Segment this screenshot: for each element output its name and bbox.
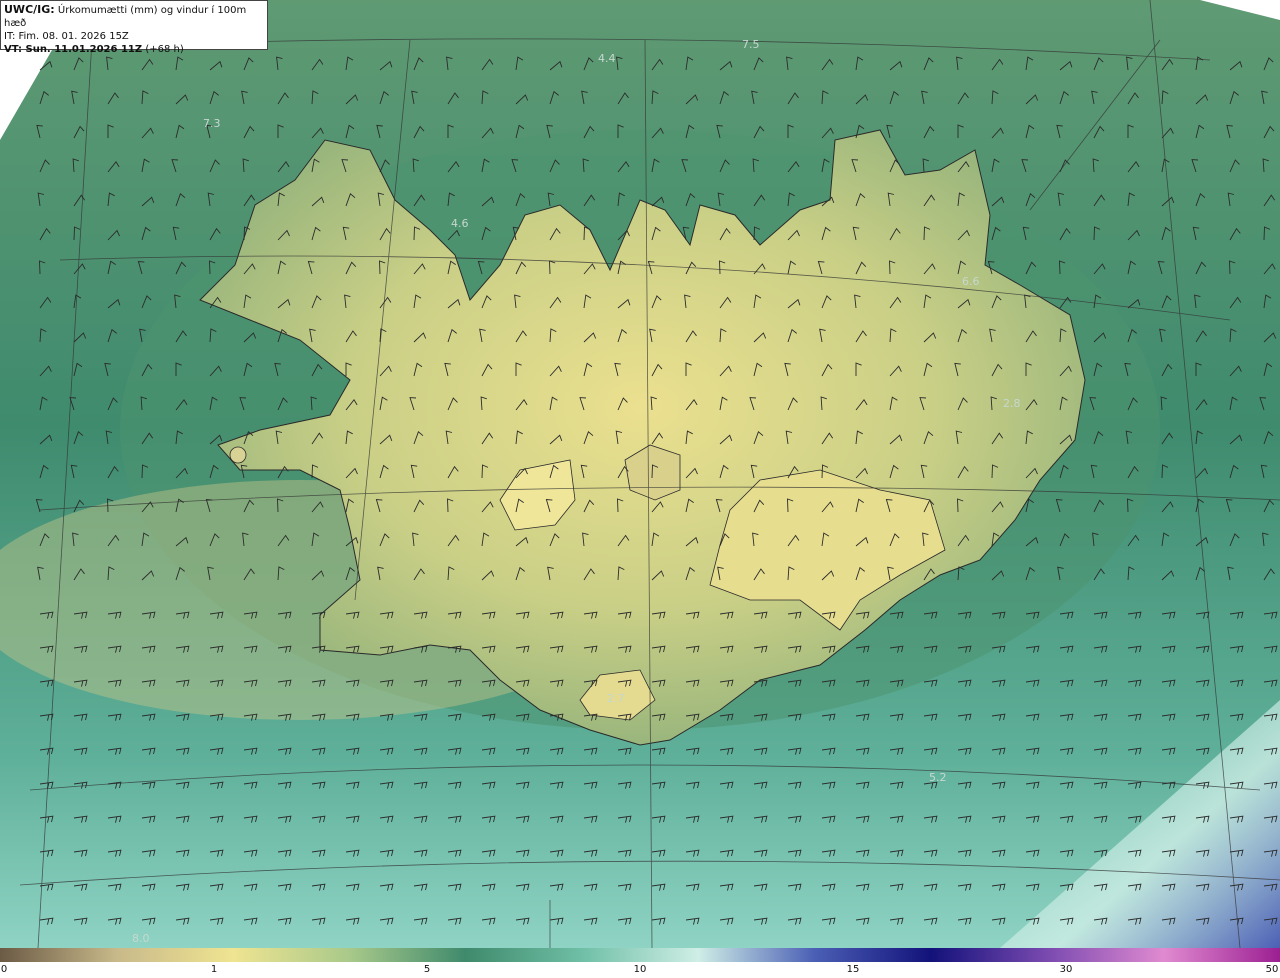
map-label: 5.2 [929,771,947,784]
map-label: 8.0 [132,932,150,945]
forecast-hour: (+68 h) [145,44,184,55]
map-label: 7.3 [203,117,221,130]
init-time: IT: Fim. 08. 01. 2026 15Z [4,31,129,42]
valid-time: VT: Sun. 11.01.2026 11Z [4,44,143,55]
map-label: 4.6 [451,217,469,230]
product-name: UWC/IG: [4,3,55,16]
colorbar-tick: 5 [423,964,431,975]
colorbar-tick-labels: 0 1 5 10 15 30 50 [0,962,1280,978]
map-label: 2.8 [1003,397,1021,410]
colorbar-tick: 0 [0,964,8,975]
precipitation-wind-map: 4.4 7.5 7.3 4.6 6.6 2.8 5.2 2.7 8.0 [0,0,1280,948]
colorbar-gradient [0,948,1280,962]
map-label: 4.4 [598,52,616,65]
colorbar-tick: 15 [846,964,860,975]
map-header: UWC/IG: Úrkomumætti (mm) og vindur í 100… [0,0,268,55]
colorbar-tick: 1 [210,964,218,975]
glacier-snaefellsjokull [229,446,247,464]
map-label: 7.5 [742,38,760,51]
map-label: 6.6 [962,275,980,288]
map-label: 2.7 [607,692,625,705]
colorbar-tick: 30 [1059,964,1073,975]
colorbar-tick: 10 [633,964,647,975]
colorbar-tick: 50 [1265,964,1279,975]
colorbar [0,948,1280,962]
